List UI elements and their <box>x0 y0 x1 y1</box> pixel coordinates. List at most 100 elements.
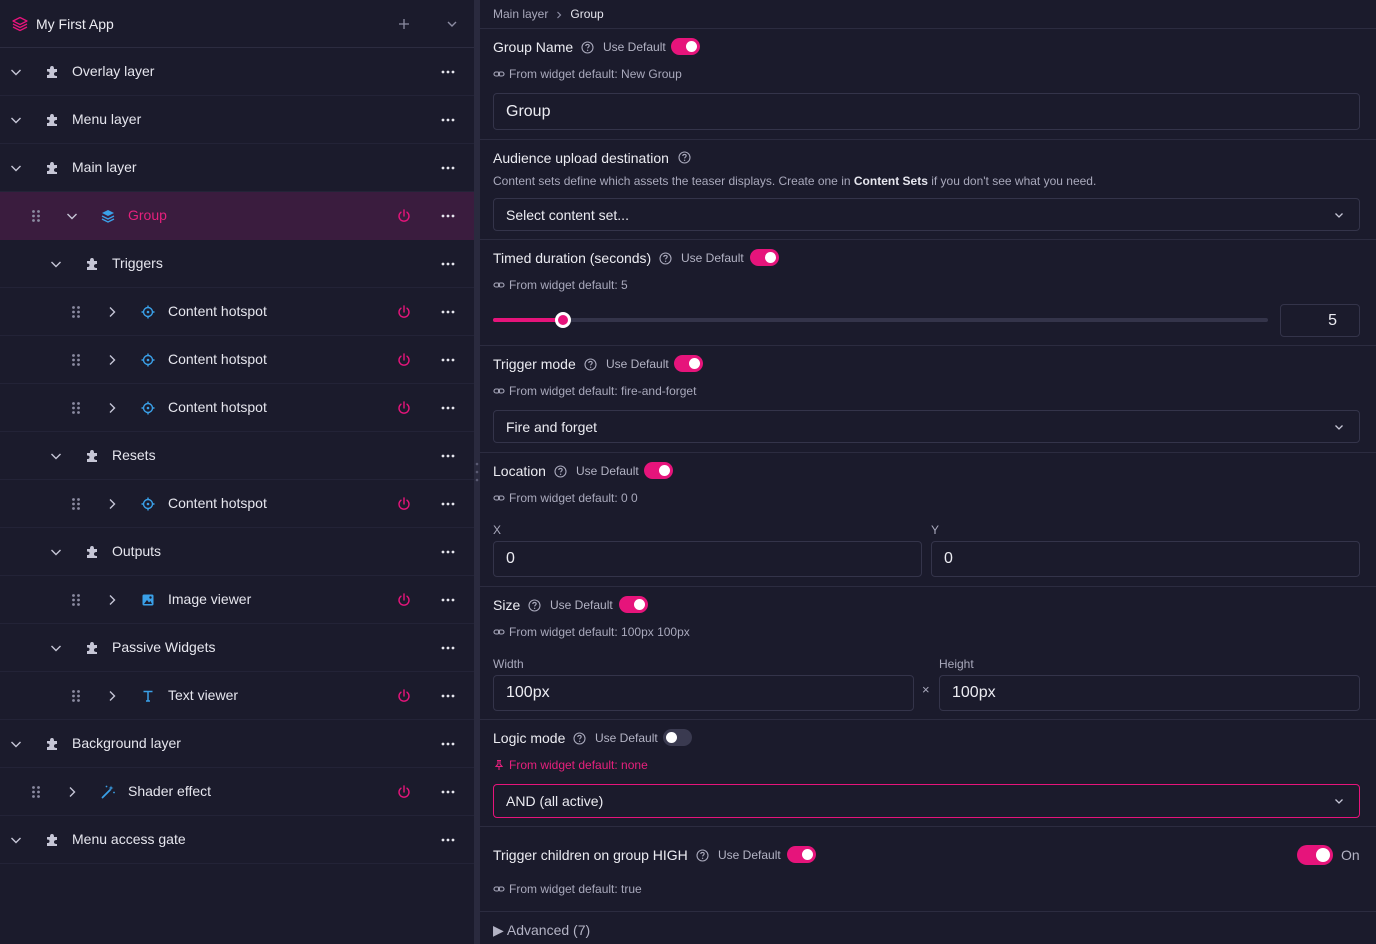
duration-slider-thumb[interactable] <box>554 312 571 328</box>
more-options-icon[interactable] <box>440 64 456 80</box>
drag-handle-icon[interactable] <box>68 352 84 368</box>
help-icon[interactable] <box>584 358 597 371</box>
tree-row[interactable]: Content hotspot <box>0 384 474 432</box>
more-options-icon[interactable] <box>440 304 456 320</box>
chevron-right-icon[interactable] <box>104 592 120 608</box>
more-options-icon[interactable] <box>440 112 456 128</box>
chevron-right-icon[interactable] <box>104 304 120 320</box>
tree-row-label: Content hotspot <box>168 495 267 511</box>
chevron-right-icon[interactable] <box>104 400 120 416</box>
help-icon[interactable] <box>528 599 541 612</box>
use-default-toggle[interactable] <box>619 596 648 613</box>
use-default-toggle[interactable] <box>750 249 779 266</box>
more-options-icon[interactable] <box>440 736 456 752</box>
chevron-right-icon[interactable] <box>104 496 120 512</box>
chevron-down-icon[interactable] <box>48 544 64 560</box>
drag-handle-icon[interactable] <box>68 496 84 512</box>
tree-row[interactable]: Group <box>0 192 474 240</box>
power-icon[interactable] <box>396 784 412 800</box>
tree-row[interactable]: Background layer <box>0 720 474 768</box>
more-options-icon[interactable] <box>440 208 456 224</box>
tree-row[interactable]: Resets <box>0 432 474 480</box>
trigger-mode-select[interactable]: Fire and forget <box>493 410 1360 443</box>
content-sets-link[interactable]: Content Sets <box>854 174 928 188</box>
drag-handle-icon[interactable] <box>68 304 84 320</box>
drag-handle-icon[interactable] <box>28 208 44 224</box>
more-options-icon[interactable] <box>440 256 456 272</box>
help-icon[interactable] <box>554 465 567 478</box>
chevron-down-icon[interactable] <box>444 16 460 32</box>
help-icon[interactable] <box>696 849 709 862</box>
chevron-down-icon[interactable] <box>48 256 64 272</box>
tree-row[interactable]: Passive Widgets <box>0 624 474 672</box>
chevron-down-icon[interactable] <box>8 736 24 752</box>
chevron-right-icon[interactable] <box>64 784 80 800</box>
use-default-toggle[interactable] <box>671 38 700 55</box>
more-options-icon[interactable] <box>440 448 456 464</box>
power-icon[interactable] <box>396 208 412 224</box>
add-layer-icon[interactable] <box>396 16 412 32</box>
use-default-toggle[interactable] <box>644 462 673 479</box>
more-options-icon[interactable] <box>440 832 456 848</box>
drag-handle-icon[interactable] <box>68 688 84 704</box>
tree-row[interactable]: Main layer <box>0 144 474 192</box>
location-y-input[interactable]: 0 <box>931 541 1360 577</box>
tree-row[interactable]: Content hotspot <box>0 480 474 528</box>
group-name-input[interactable]: Group <box>493 93 1360 130</box>
content-set-select[interactable]: Select content set... <box>493 198 1360 231</box>
more-options-icon[interactable] <box>440 640 456 656</box>
chevron-down-icon[interactable] <box>8 112 24 128</box>
chevron-down-icon[interactable] <box>8 64 24 80</box>
trigger-children-toggle[interactable] <box>1297 845 1333 865</box>
chevron-down-icon[interactable] <box>8 832 24 848</box>
more-options-icon[interactable] <box>440 592 456 608</box>
more-options-icon[interactable] <box>440 784 456 800</box>
location-x-input[interactable]: 0 <box>493 541 922 577</box>
power-icon[interactable] <box>396 304 412 320</box>
tree-row[interactable]: Shader effect <box>0 768 474 816</box>
use-default-toggle[interactable] <box>787 846 816 863</box>
duration-number-input[interactable]: 5 <box>1280 304 1360 337</box>
tree-row[interactable]: Menu access gate <box>0 816 474 864</box>
power-icon[interactable] <box>396 496 412 512</box>
chevron-right-icon[interactable] <box>104 352 120 368</box>
chevron-down-icon[interactable] <box>48 640 64 656</box>
more-options-icon[interactable] <box>440 688 456 704</box>
help-icon[interactable] <box>581 41 594 54</box>
drag-handle-icon[interactable] <box>68 400 84 416</box>
drag-handle-icon[interactable] <box>28 784 44 800</box>
breadcrumb-parent[interactable]: Main layer <box>493 7 548 21</box>
tree-row[interactable]: Overlay layer <box>0 48 474 96</box>
chevron-down-icon[interactable] <box>8 160 24 176</box>
tree-row[interactable]: Image viewer <box>0 576 474 624</box>
logic-mode-select[interactable]: AND (all active) <box>493 784 1360 818</box>
power-icon[interactable] <box>396 352 412 368</box>
drag-handle-icon[interactable] <box>68 592 84 608</box>
more-options-icon[interactable] <box>440 160 456 176</box>
tree-row[interactable]: Triggers <box>0 240 474 288</box>
help-icon[interactable] <box>659 252 672 265</box>
more-options-icon[interactable] <box>440 544 456 560</box>
power-icon[interactable] <box>396 400 412 416</box>
help-icon[interactable] <box>573 732 586 745</box>
use-default-toggle[interactable] <box>674 355 703 372</box>
use-default-toggle[interactable] <box>663 729 692 746</box>
tree-row[interactable]: Text viewer <box>0 672 474 720</box>
help-icon[interactable] <box>678 151 691 164</box>
more-options-icon[interactable] <box>440 352 456 368</box>
more-options-icon[interactable] <box>440 496 456 512</box>
width-input[interactable]: 100px <box>493 675 914 711</box>
tree-row[interactable]: Content hotspot <box>0 288 474 336</box>
duration-slider-track[interactable] <box>493 318 1268 322</box>
height-input[interactable]: 100px <box>939 675 1360 711</box>
power-icon[interactable] <box>396 592 412 608</box>
more-options-icon[interactable] <box>440 400 456 416</box>
chevron-down-icon[interactable] <box>64 208 80 224</box>
chevron-right-icon[interactable] <box>104 688 120 704</box>
chevron-down-icon[interactable] <box>48 448 64 464</box>
power-icon[interactable] <box>396 688 412 704</box>
tree-row[interactable]: Menu layer <box>0 96 474 144</box>
advanced-toggle[interactable]: ▶ Advanced (7) <box>493 922 590 939</box>
tree-row[interactable]: Outputs <box>0 528 474 576</box>
tree-row[interactable]: Content hotspot <box>0 336 474 384</box>
